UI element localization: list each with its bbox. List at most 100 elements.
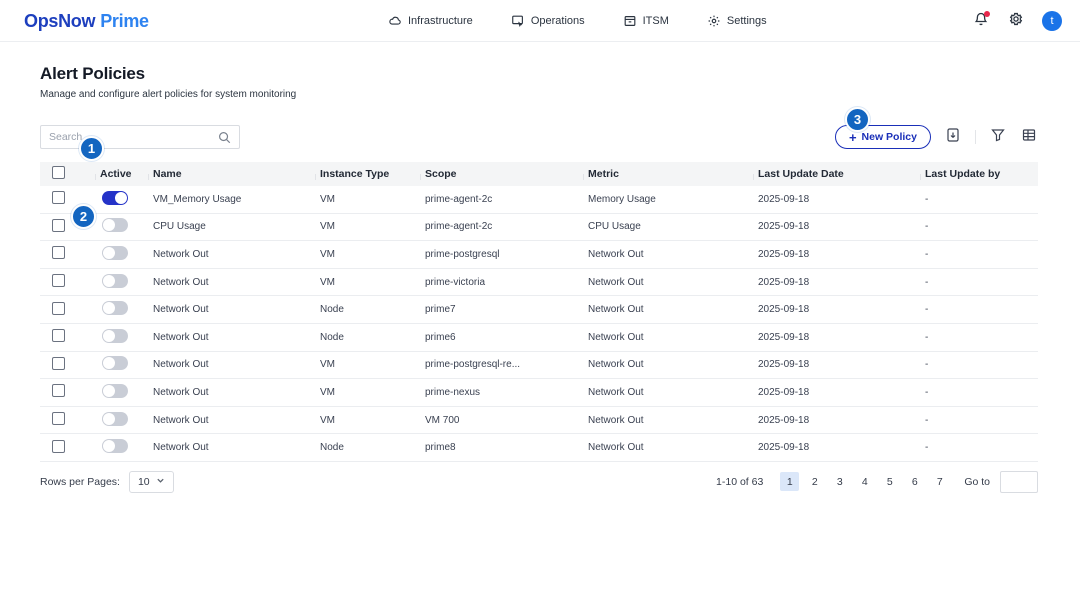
toggle-knob [115, 192, 127, 204]
toggle-knob [103, 357, 115, 369]
cell-metric: Network Out [583, 359, 753, 370]
active-toggle[interactable] [102, 356, 128, 370]
cell-name: Network Out [148, 387, 315, 398]
column-header-metric[interactable]: Metric [583, 168, 753, 180]
cell-metric: Network Out [583, 304, 753, 315]
page-subtitle: Manage and configure alert policies for … [40, 89, 1038, 100]
column-header-active[interactable]: Active [95, 168, 148, 180]
table-row[interactable]: Network Out Node prime6 Network Out 2025… [40, 324, 1038, 352]
toggle-knob [103, 302, 115, 314]
table-row[interactable]: Network Out Node prime7 Network Out 2025… [40, 296, 1038, 324]
cell-instance-type: VM [315, 277, 420, 288]
cell-last-update-by: - [920, 194, 1038, 205]
cell-scope: prime-agent-2c [420, 221, 583, 232]
cell-last-update-date: 2025-09-18 [753, 221, 920, 232]
cell-instance-type: VM [315, 221, 420, 232]
page-number-5[interactable]: 5 [880, 472, 899, 491]
export-button[interactable] [944, 128, 962, 146]
row-checkbox[interactable] [52, 219, 65, 232]
cell-scope: prime-postgresql [420, 249, 583, 260]
goto-page-input[interactable] [1000, 471, 1038, 493]
settings-button[interactable] [1007, 12, 1025, 30]
table-row[interactable]: VM_Memory Usage VM prime-agent-2c Memory… [40, 186, 1038, 214]
cell-metric: Memory Usage [583, 194, 753, 205]
table-row[interactable]: Network Out VM prime-postgresql-re... Ne… [40, 352, 1038, 380]
search-input[interactable] [41, 126, 239, 148]
page-number-3[interactable]: 3 [830, 472, 849, 491]
active-toggle[interactable] [102, 301, 128, 315]
cell-last-update-by: - [920, 221, 1038, 232]
cell-last-update-date: 2025-09-18 [753, 415, 920, 426]
nav-item-itsm[interactable]: ITSM [623, 14, 669, 28]
table-row[interactable]: CPU Usage VM prime-agent-2c CPU Usage 20… [40, 214, 1038, 242]
cell-metric: Network Out [583, 415, 753, 426]
active-toggle[interactable] [102, 246, 128, 260]
column-header-scope[interactable]: Scope [420, 168, 583, 180]
page-number-2[interactable]: 2 [805, 472, 824, 491]
table-body: VM_Memory Usage VM prime-agent-2c Memory… [40, 186, 1038, 462]
cell-scope: prime-victoria [420, 277, 583, 288]
column-header-name[interactable]: Name [148, 168, 315, 180]
table-row[interactable]: Network Out VM prime-victoria Network Ou… [40, 269, 1038, 297]
cell-last-update-date: 2025-09-18 [753, 277, 920, 288]
select-all-checkbox[interactable] [52, 166, 65, 179]
main-content: Alert Policies Manage and configure aler… [40, 42, 1038, 493]
row-checkbox[interactable] [52, 357, 65, 370]
table-row[interactable]: Network Out Node prime8 Network Out 2025… [40, 434, 1038, 462]
row-checkbox[interactable] [52, 191, 65, 204]
cell-last-update-by: - [920, 277, 1038, 288]
toggle-knob [103, 440, 115, 452]
nav-item-label: Infrastructure [408, 15, 473, 27]
active-toggle[interactable] [102, 384, 128, 398]
gear-icon [707, 14, 721, 28]
column-header-last-update-by[interactable]: Last Update by [920, 168, 1038, 180]
page-number-4[interactable]: 4 [855, 472, 874, 491]
row-checkbox[interactable] [52, 246, 65, 259]
row-checkbox[interactable] [52, 440, 65, 453]
column-header-instance-type[interactable]: Instance Type [315, 168, 420, 180]
toggle-knob [103, 275, 115, 287]
cell-instance-type: VM [315, 415, 420, 426]
logo-secondary-text: Prime [100, 11, 149, 32]
active-toggle[interactable] [102, 329, 128, 343]
app-logo[interactable]: OpsNow Prime [24, 0, 149, 42]
nav-item-operations[interactable]: Operations [511, 14, 585, 28]
cell-scope: VM 700 [420, 415, 583, 426]
row-checkbox[interactable] [52, 274, 65, 287]
nav-item-settings[interactable]: Settings [707, 14, 767, 28]
table-toolbar: + New Policy [40, 125, 1038, 149]
cell-name: Network Out [148, 304, 315, 315]
column-settings-button[interactable] [1020, 128, 1038, 146]
cell-last-update-date: 2025-09-18 [753, 332, 920, 343]
active-toggle[interactable] [102, 191, 128, 205]
cell-name: Network Out [148, 442, 315, 453]
row-checkbox[interactable] [52, 302, 65, 315]
cell-instance-type: Node [315, 332, 420, 343]
active-toggle[interactable] [102, 412, 128, 426]
toggle-knob [103, 219, 115, 231]
table-row[interactable]: Network Out VM prime-postgresql Network … [40, 241, 1038, 269]
rows-per-page-value: 10 [138, 476, 150, 488]
row-checkbox[interactable] [52, 329, 65, 342]
active-toggle[interactable] [102, 218, 128, 232]
row-checkbox[interactable] [52, 384, 65, 397]
active-toggle[interactable] [102, 274, 128, 288]
rows-per-page-select[interactable]: 10 [129, 471, 174, 493]
nav-item-infrastructure[interactable]: Infrastructure [388, 14, 473, 28]
row-checkbox[interactable] [52, 412, 65, 425]
notifications-button[interactable] [972, 12, 990, 30]
cloud-icon [388, 14, 402, 28]
cell-last-update-date: 2025-09-18 [753, 194, 920, 205]
filter-button[interactable] [989, 128, 1007, 146]
active-toggle[interactable] [102, 439, 128, 453]
page-number-6[interactable]: 6 [905, 472, 924, 491]
column-header-last-update-date[interactable]: Last Update Date [753, 168, 920, 180]
user-avatar[interactable]: t [1042, 11, 1062, 31]
cell-name: Network Out [148, 415, 315, 426]
cell-metric: Network Out [583, 332, 753, 343]
table-row[interactable]: Network Out VM VM 700 Network Out 2025-0… [40, 407, 1038, 435]
cell-instance-type: VM [315, 194, 420, 205]
page-number-1[interactable]: 1 [780, 472, 799, 491]
table-row[interactable]: Network Out VM prime-nexus Network Out 2… [40, 379, 1038, 407]
page-number-7[interactable]: 7 [930, 472, 949, 491]
